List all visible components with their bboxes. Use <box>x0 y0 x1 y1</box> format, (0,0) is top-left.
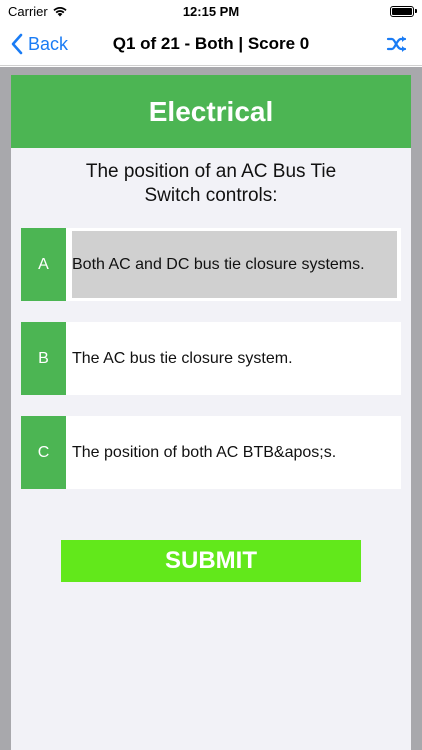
shuffle-icon[interactable] <box>386 33 408 55</box>
back-button[interactable]: Back <box>10 22 68 66</box>
option-b[interactable]: B The AC bus tie closure system. <box>21 322 401 395</box>
option-c[interactable]: C The position of both AC BTB&apos;s. <box>21 416 401 489</box>
option-letter: A <box>21 228 66 301</box>
question-card: Electrical The position of an AC Bus Tie… <box>11 75 411 750</box>
status-left: Carrier <box>8 4 68 19</box>
battery-icon <box>390 5 417 17</box>
option-text: Both AC and DC bus tie closure systems. <box>72 231 397 298</box>
wifi-icon <box>53 7 67 17</box>
option-a[interactable]: A Both AC and DC bus tie closure systems… <box>21 228 401 301</box>
option-text: The AC bus tie closure system. <box>72 349 293 367</box>
option-text-wrap: Both AC and DC bus tie closure systems. <box>66 228 401 301</box>
option-letter: B <box>21 322 66 395</box>
status-bar: Carrier 12:15 PM <box>0 0 422 22</box>
chevron-left-icon <box>11 33 23 55</box>
option-text-wrap: The AC bus tie closure system. <box>66 322 401 395</box>
content-background: Electrical The position of an AC Bus Tie… <box>0 67 422 750</box>
battery-fill <box>392 7 412 15</box>
question-text: The position of an AC Bus Tie Switch con… <box>85 161 337 206</box>
nav-title: Q1 of 21 - Both | Score 0 <box>112 33 310 53</box>
submit-button[interactable]: SUBMIT <box>61 540 361 582</box>
option-letter: C <box>21 416 66 489</box>
option-text: The position of both AC BTB&apos;s. <box>72 443 337 461</box>
nav-bar: Back Q1 of 21 - Both | Score 0 <box>0 22 422 66</box>
option-text-wrap: The position of both AC BTB&apos;s. <box>66 416 401 489</box>
category-header: Electrical <box>11 75 411 148</box>
back-label: Back <box>28 33 69 54</box>
carrier-label: Carrier <box>8 3 48 19</box>
